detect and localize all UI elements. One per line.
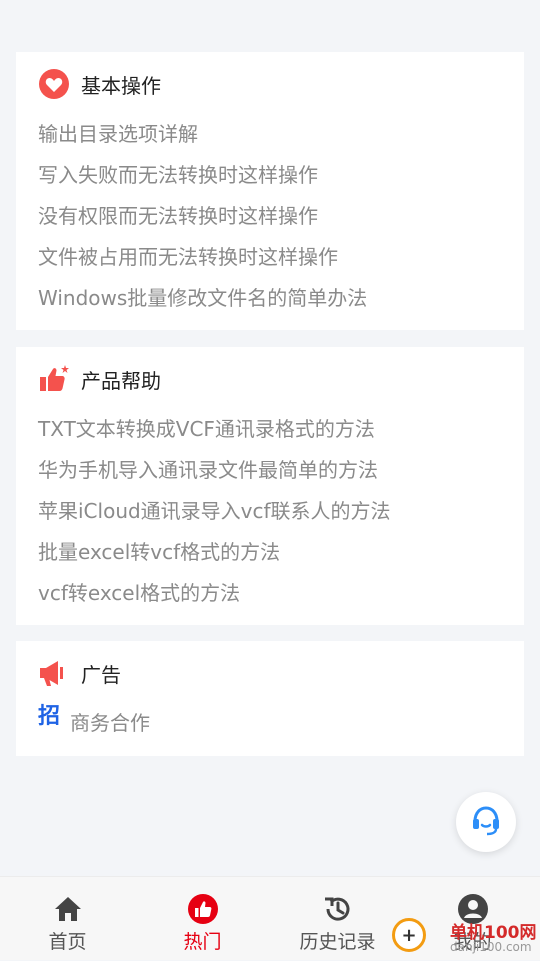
megaphone-icon [38,657,70,689]
section-ads-header: 广告 [38,657,121,689]
list-item[interactable]: vcf转excel格式的方法 [38,579,240,607]
section-basic-operations: 基本操作 输出目录选项详解 写入失败而无法转换时这样操作 没有权限而无法转换时这… [16,52,524,330]
section-ads: 广告 招 商务合作 [16,641,524,756]
list-item[interactable]: 输出目录选项详解 [38,120,198,148]
business-cooperation-link[interactable]: 商务合作 [70,709,150,737]
list-item[interactable]: TXT文本转换成VCF通讯录格式的方法 [38,415,375,443]
watermark-logo-icon: + [392,918,426,952]
section-title: 基本操作 [81,73,161,98]
history-icon [322,893,354,925]
tab-home[interactable]: 首页 [0,877,135,961]
section-title: 产品帮助 [81,368,161,393]
tab-label: 热门 [183,931,222,953]
section-basic-header: 基本操作 [38,68,161,100]
list-item[interactable]: 文件被占用而无法转换时这样操作 [38,243,338,271]
tab-history[interactable]: 历史记录 [270,877,405,961]
list-item[interactable]: 苹果iCloud通讯录导入vcf联系人的方法 [38,497,391,525]
headset-icon [469,803,503,841]
list-item[interactable]: 华为手机导入通讯录文件最简单的方法 [38,456,378,484]
tab-hot[interactable]: 热门 [135,877,270,961]
watermark-url: danji100.com [450,940,532,954]
section-product-help: 产品帮助 TXT文本转换成VCF通讯录格式的方法 华为手机导入通讯录文件最简单的… [16,347,524,625]
customer-service-button[interactable] [456,792,516,852]
list-item[interactable]: Windows批量修改文件名的简单办法 [38,284,367,312]
site-watermark: + 单机100网 danji100.com [392,916,540,960]
home-icon [52,893,84,925]
recruit-badge: 招 [38,704,61,729]
thumbs-up-icon [38,363,70,395]
section-help-header: 产品帮助 [38,363,161,395]
tab-label: 首页 [48,931,87,953]
section-title: 广告 [81,662,121,687]
list-item[interactable]: 写入失败而无法转换时这样操作 [38,161,318,189]
list-item[interactable]: 没有权限而无法转换时这样操作 [38,202,318,230]
thumbs-up-circle-icon [187,893,219,925]
heart-icon [38,68,70,100]
list-item[interactable]: 批量excel转vcf格式的方法 [38,538,280,566]
tab-label: 历史记录 [299,931,376,953]
